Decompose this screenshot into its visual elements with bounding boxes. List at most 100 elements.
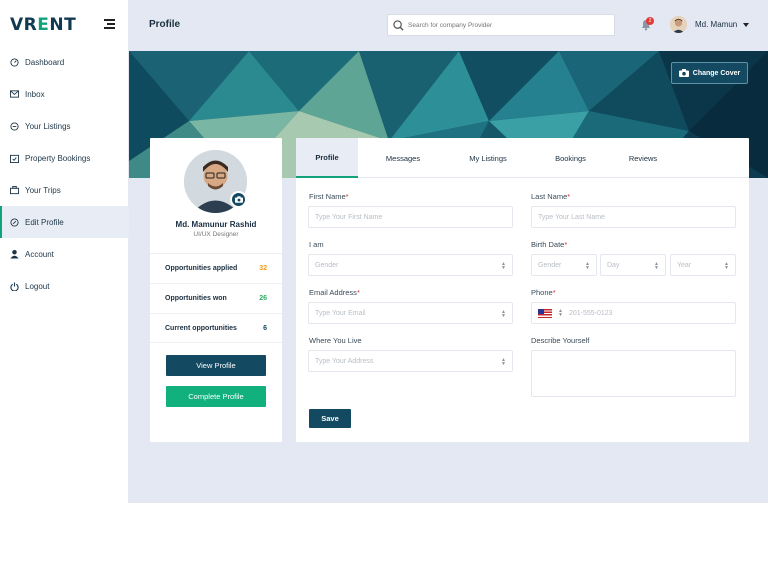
placeholder: Day	[607, 261, 620, 269]
label-text: Phone	[531, 288, 553, 297]
sidebar-item-logout[interactable]: Logout	[0, 270, 129, 302]
sidebar-item-label: Edit Profile	[25, 217, 64, 227]
logo[interactable]: VRENT	[10, 15, 76, 35]
change-cover-button[interactable]: Change Cover	[671, 62, 748, 84]
label-text: Birth Date	[531, 240, 565, 249]
sidebar-item-label: Property Bookings	[25, 153, 91, 163]
trips-icon	[9, 185, 19, 195]
placeholder: Gender	[315, 261, 339, 269]
user-menu[interactable]: Md. Mamun	[670, 16, 750, 33]
birth-day-select[interactable]: Day ▲ ▼	[600, 254, 666, 276]
label-text: Email Address	[309, 288, 357, 297]
camera-icon	[234, 196, 243, 203]
page-title: Profile	[149, 19, 181, 30]
sidebar-item-your-listings[interactable]: Your Listings	[0, 110, 129, 142]
stat-value: 32	[259, 265, 267, 272]
required-mark: *	[345, 192, 349, 201]
last-name-label: Last Name*	[531, 192, 570, 201]
profile-tabs: Profile Messages My Listings Bookings Re…	[296, 138, 749, 178]
label-text: First Name	[309, 192, 346, 201]
sidebar-item-edit-profile[interactable]: Edit Profile	[0, 206, 129, 238]
birth-year-select[interactable]: Year ▲ ▼	[670, 254, 736, 276]
first-name-label: First Name*	[309, 192, 349, 201]
stat-label: Opportunities won	[165, 295, 227, 302]
birth-date-label: Birth Date*	[531, 240, 567, 249]
tab-bookings[interactable]: Bookings	[528, 138, 613, 178]
label-text: I am	[309, 240, 324, 249]
placeholder: 201-555-0123	[568, 309, 613, 317]
label-text: Where You Live	[309, 336, 362, 345]
sidebar-item-dashboard[interactable]: Dashboard	[0, 46, 129, 78]
select-arrows-icon: ▲ ▼	[724, 261, 729, 271]
first-name-field[interactable]: Type Your First Name	[308, 206, 513, 228]
tab-reviews[interactable]: Reviews	[613, 138, 673, 178]
birth-gender-select[interactable]: Gender ▲ ▼	[531, 254, 597, 276]
sidebar-item-label: Your Listings	[25, 121, 71, 131]
placeholder: Type Your Last Name	[538, 213, 605, 221]
sidebar-item-your-trips[interactable]: Your Trips	[0, 174, 129, 206]
required-mark: *	[356, 288, 360, 297]
logo-text-main: VR	[10, 15, 38, 35]
listings-icon	[9, 121, 19, 131]
inbox-icon	[9, 89, 19, 99]
search-icon	[393, 19, 404, 31]
gender-select[interactable]: Gender ▲ ▼	[308, 254, 513, 276]
profile-form-card: Profile Messages My Listings Bookings Re…	[296, 138, 749, 442]
search-input[interactable]	[408, 21, 608, 29]
user-name: Md. Mamun	[695, 20, 738, 29]
app-root: VRENT Dashboard Inbox Your Listings Prop…	[0, 0, 768, 576]
phone-field[interactable]: ▲ ▼ 201-555-0123	[531, 302, 736, 324]
placeholder: Type Your First Name	[315, 213, 383, 221]
change-cover-label: Change Cover	[692, 69, 741, 77]
view-profile-button[interactable]: View Profile	[166, 355, 266, 376]
sidebar-item-label: Logout	[25, 281, 50, 291]
tab-messages[interactable]: Messages	[358, 138, 448, 178]
complete-profile-button[interactable]: Complete Profile	[166, 386, 266, 407]
stat-value: 26	[259, 295, 267, 302]
select-arrows-icon: ▲ ▼	[654, 261, 659, 271]
sidebar-item-inbox[interactable]: Inbox	[0, 78, 129, 110]
email-label: Email Address*	[309, 288, 360, 297]
sidebar-item-label: Inbox	[25, 89, 45, 99]
label-text: Last Name	[531, 192, 568, 201]
profile-stats: Opportunities applied 32 Opportunities w…	[150, 253, 282, 343]
logo-text-accent: E	[37, 15, 50, 35]
sidebar: VRENT Dashboard Inbox Your Listings Prop…	[0, 0, 129, 503]
dashboard-icon	[9, 57, 19, 67]
search-box[interactable]	[387, 14, 615, 36]
last-name-field[interactable]: Type Your Last Name	[531, 206, 736, 228]
select-arrows-icon: ▲ ▼	[585, 261, 590, 271]
account-icon	[9, 249, 19, 259]
phone-label: Phone*	[531, 288, 556, 297]
sidebar-item-property-bookings[interactable]: Property Bookings	[0, 142, 129, 174]
save-button[interactable]: Save	[309, 409, 351, 428]
address-field[interactable]: Type Your Address ▲ ▼	[308, 350, 513, 372]
logo-text-tail: NT	[49, 15, 77, 35]
edit-profile-icon	[9, 217, 19, 227]
select-arrows-icon: ▲ ▼	[501, 309, 506, 319]
profile-card: Md. Mamunur Rashid UI/UX Designer Opport…	[150, 138, 282, 442]
select-arrows-icon: ▲ ▼	[501, 357, 506, 367]
camera-icon	[678, 69, 689, 77]
top-bar: Profile 2 Md. Mamun	[129, 0, 768, 51]
chevron-down-icon	[743, 22, 750, 27]
sidebar-item-account[interactable]: Account	[0, 238, 129, 270]
avatar-camera-button[interactable]	[230, 191, 247, 208]
tab-my-listings[interactable]: My Listings	[448, 138, 528, 178]
sidebar-item-label: Your Trips	[25, 185, 61, 195]
stat-label: Opportunities applied	[165, 265, 238, 272]
stat-current-opportunities: Current opportunities 6	[150, 313, 282, 343]
logout-icon	[9, 281, 19, 291]
user-avatar	[670, 16, 687, 33]
required-mark: *	[552, 288, 556, 297]
us-flag-icon[interactable]	[538, 308, 552, 318]
menu-toggle-icon[interactable]	[104, 19, 115, 29]
email-field[interactable]: Type Your Email ▲ ▼	[308, 302, 513, 324]
required-mark: *	[564, 240, 568, 249]
sidebar-item-label: Dashboard	[25, 57, 65, 67]
describe-textarea[interactable]	[531, 350, 736, 397]
i-am-label: I am	[309, 240, 324, 249]
select-arrows-icon: ▲ ▼	[501, 261, 506, 271]
placeholder: Gender	[538, 261, 562, 269]
tab-profile[interactable]: Profile	[296, 138, 358, 178]
